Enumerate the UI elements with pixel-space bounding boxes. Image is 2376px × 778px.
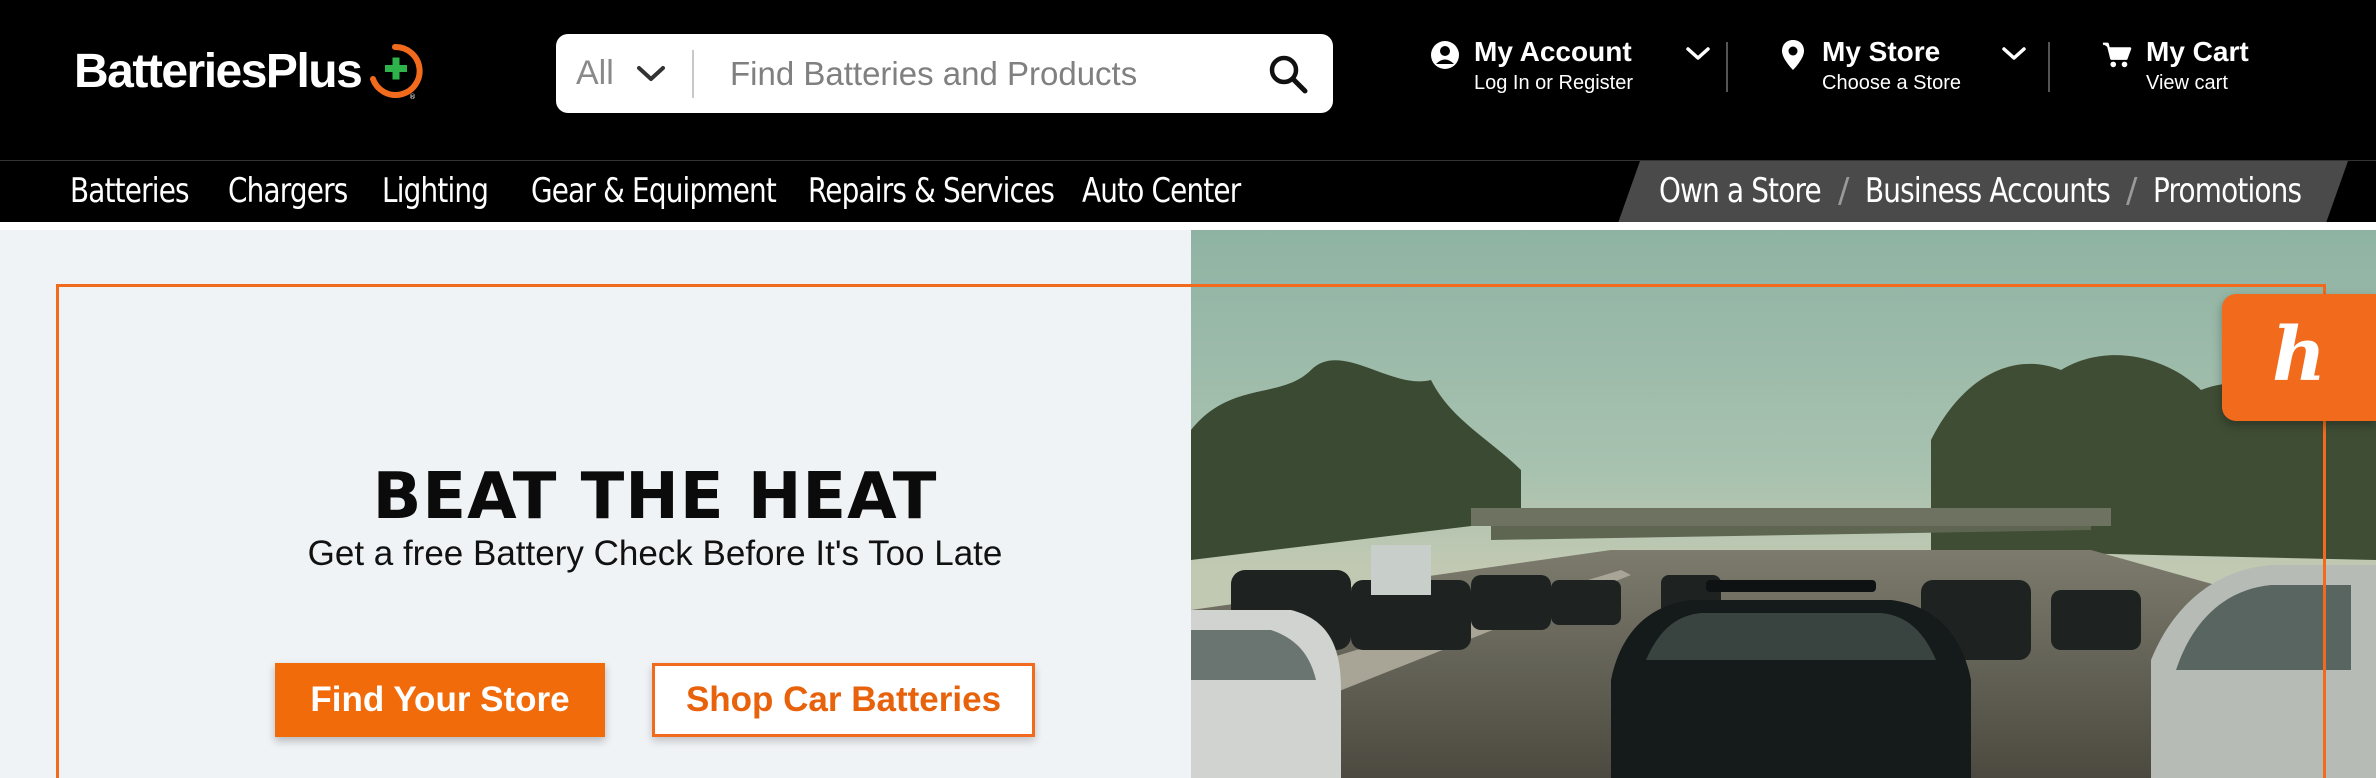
logo-text: BatteriesPlus xyxy=(74,44,363,98)
honey-extension-icon: h xyxy=(2272,311,2326,398)
chevron-down-icon xyxy=(636,65,665,81)
my-account-title: My Account xyxy=(1474,36,1632,67)
nav-item-gear-equipment[interactable]: Gear & Equipment xyxy=(531,171,777,211)
nav-separator: / xyxy=(1838,171,1850,211)
honey-extension-tab[interactable]: h xyxy=(2222,294,2376,421)
search-bar: All xyxy=(556,34,1333,113)
nav-item-batteries[interactable]: Batteries xyxy=(70,171,190,211)
user-circle-icon xyxy=(1431,41,1459,69)
hero-title: BEAT THE HEAT xyxy=(372,460,938,534)
search-category-label: All xyxy=(576,54,614,92)
hero-subtitle: Get a free Battery Check Before It's Too… xyxy=(307,534,1003,573)
batteries-plus-logo[interactable]: BatteriesPlus ® xyxy=(74,36,423,106)
search-icon[interactable] xyxy=(1267,53,1309,95)
my-account-menu[interactable]: My Account Log In or Register xyxy=(1430,34,1711,96)
plus-logo-icon: ® xyxy=(370,43,423,101)
chevron-down-icon xyxy=(1686,47,1710,60)
search-input[interactable] xyxy=(694,43,1267,104)
nav-item-repairs-services[interactable]: Repairs & Services xyxy=(808,171,1055,211)
nav-underline xyxy=(0,222,2376,230)
find-your-store-button[interactable]: Find Your Store xyxy=(275,663,605,737)
nav-item-business-accounts[interactable]: Business Accounts xyxy=(1865,171,2111,211)
nav-item-auto-center[interactable]: Auto Center xyxy=(1082,171,1241,211)
main-nav: Batteries Chargers Lighting Gear & Equip… xyxy=(0,160,2376,222)
chevron-down-icon xyxy=(2002,47,2026,60)
hero-traffic-image xyxy=(1191,230,2376,778)
svg-text:®: ® xyxy=(409,93,416,101)
nav-item-chargers[interactable]: Chargers xyxy=(228,171,348,211)
cart-icon xyxy=(2102,42,2132,68)
my-store-title: My Store xyxy=(1822,36,1941,67)
search-category-select[interactable]: All xyxy=(556,49,694,98)
my-store-subtitle: Choose a Store xyxy=(1822,72,1961,94)
my-cart-title: My Cart xyxy=(2146,36,2249,67)
nav-separator: / xyxy=(2126,171,2138,211)
location-pin-icon xyxy=(1782,40,1804,70)
my-cart-subtitle: View cart xyxy=(2146,72,2228,94)
header-divider xyxy=(1726,42,1728,92)
traffic-photo-illustration xyxy=(1191,230,2376,778)
header-divider xyxy=(2048,42,2050,92)
nav-item-lighting[interactable]: Lighting xyxy=(382,171,489,211)
shop-car-batteries-button[interactable]: Shop Car Batteries xyxy=(652,663,1035,737)
nav-item-own-a-store[interactable]: Own a Store xyxy=(1659,171,1822,211)
my-cart-link[interactable]: My Cart View cart xyxy=(2102,34,2249,96)
top-header: BatteriesPlus ® All My Account Lo xyxy=(0,0,2376,160)
my-account-subtitle: Log In or Register xyxy=(1474,72,1633,94)
nav-item-promotions[interactable]: Promotions xyxy=(2153,171,2302,211)
my-store-menu[interactable]: My Store Choose a Store xyxy=(1778,34,2027,96)
